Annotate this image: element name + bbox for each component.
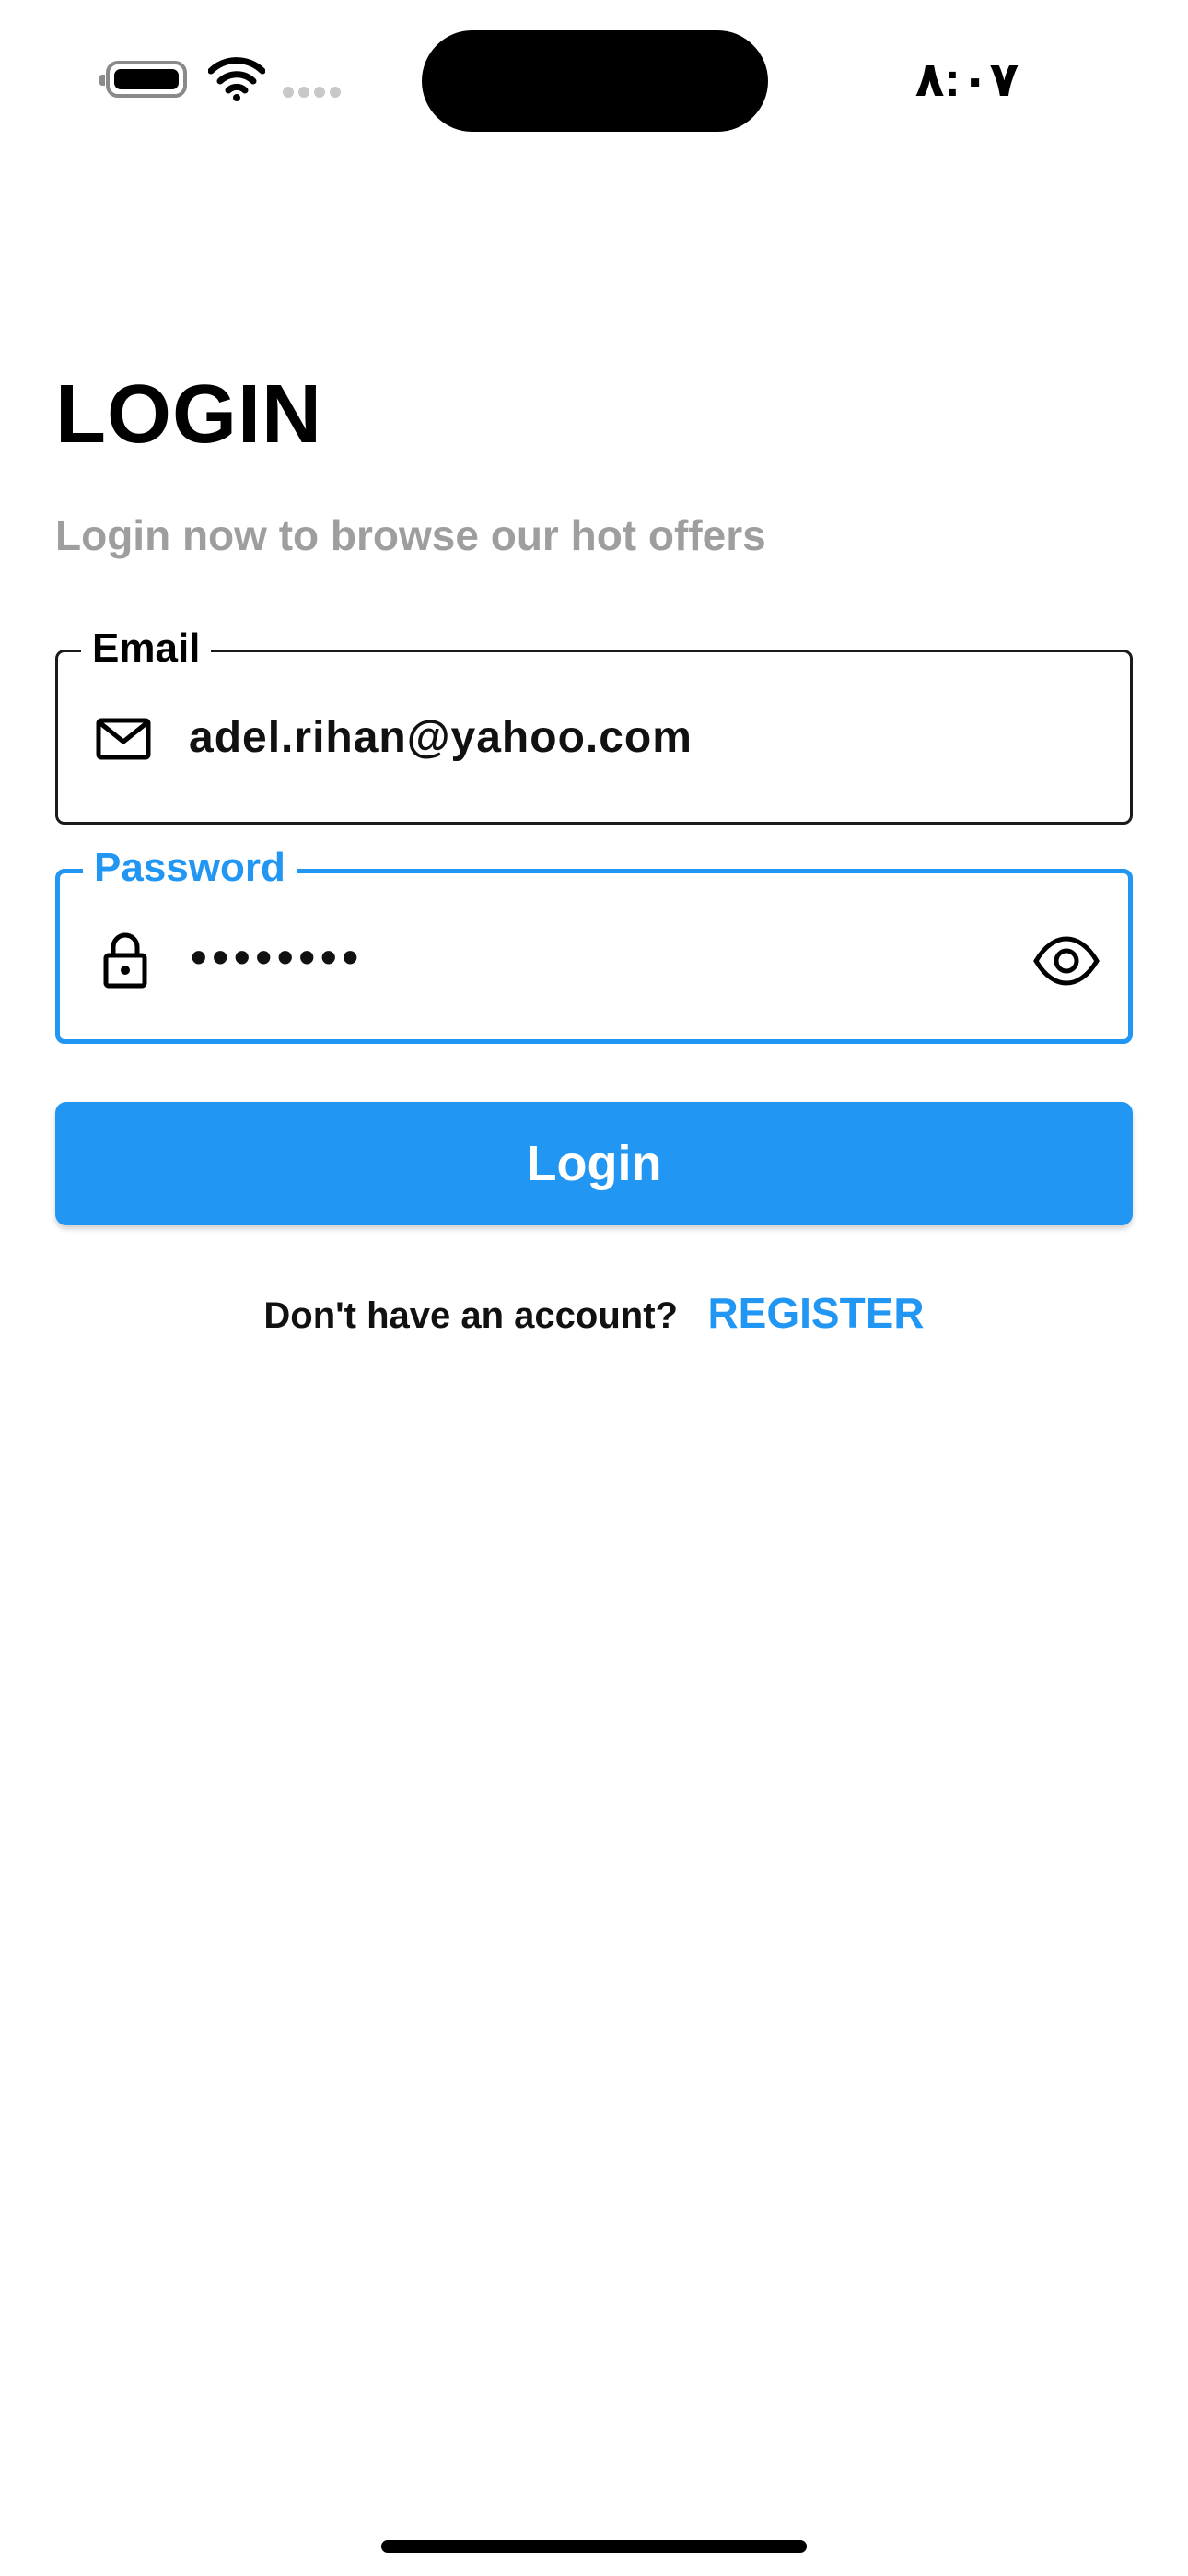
password-field[interactable]: Password •••••••• — [55, 840, 1133, 1044]
email-field[interactable]: Email adel.rihan@yahoo.com — [55, 621, 1133, 825]
password-label: Password — [83, 840, 297, 896]
signal-dots-icon — [283, 86, 347, 99]
register-link[interactable]: REGISTER — [707, 1289, 924, 1337]
mail-icon — [96, 718, 151, 760]
page-subtitle: Login now to browse our hot offers — [55, 511, 766, 559]
page-title: LOGIN — [55, 369, 322, 461]
dynamic-island — [422, 30, 768, 132]
register-prompt: Don't have an account? — [263, 1295, 678, 1336]
status-time: ٨:٠٧ — [914, 53, 1019, 107]
wifi-icon — [208, 57, 265, 101]
status-bar: ٨:٠٧ — [0, 0, 1188, 166]
register-row: Don't have an account? REGISTER — [0, 1281, 1188, 1345]
password-input-value[interactable]: •••••••• — [191, 925, 364, 989]
home-indicator[interactable] — [381, 2540, 807, 2553]
email-label: Email — [81, 621, 212, 676]
eye-icon[interactable] — [1032, 927, 1101, 995]
email-input-value[interactable]: adel.rihan@yahoo.com — [189, 706, 693, 770]
battery-icon — [99, 61, 187, 98]
login-button[interactable]: Login — [55, 1102, 1133, 1225]
lock-icon — [103, 932, 147, 989]
